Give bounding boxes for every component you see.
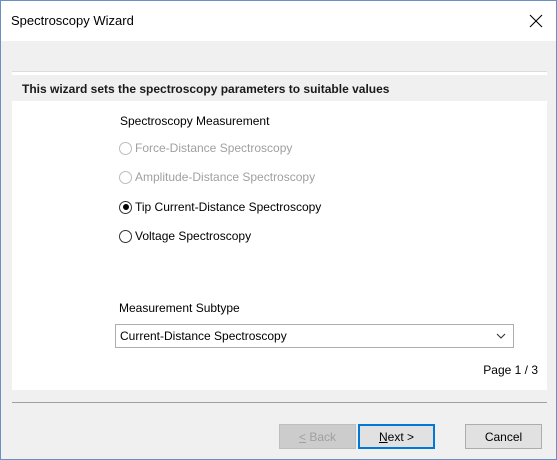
wizard-description: This wizard sets the spectroscopy parame…	[22, 82, 390, 96]
radio-label: Amplitude-Distance Spectroscopy	[135, 170, 316, 184]
radio-label: Voltage Spectroscopy	[135, 229, 252, 243]
measurement-subtype-select[interactable]: Current-Distance Spectroscopy	[115, 324, 514, 348]
back-button-label: < Back	[298, 429, 337, 444]
button-area-divider	[12, 402, 547, 403]
measurement-group-label: Spectroscopy Measurement	[120, 114, 270, 128]
radio-button-circle	[119, 229, 132, 243]
spectroscopy-wizard-dialog: Spectroscopy Wizard This wizard sets the…	[0, 0, 557, 460]
radio-button-circle	[119, 200, 132, 214]
window-title: Spectroscopy Wizard	[11, 13, 134, 28]
next-button[interactable]: Next >	[358, 424, 435, 449]
select-value: Current-Distance Spectroscopy	[120, 329, 287, 343]
title-bar: Spectroscopy Wizard	[1, 1, 556, 41]
radio-tip-current-distance[interactable]: Tip Current-Distance Spectroscopy	[119, 199, 321, 215]
radio-label: Tip Current-Distance Spectroscopy	[135, 200, 322, 214]
radio-label: Force-Distance Spectroscopy	[135, 141, 293, 155]
chevron-down-icon	[496, 333, 506, 339]
radio-amplitude-distance[interactable]: Amplitude-Distance Spectroscopy	[119, 169, 315, 185]
next-button-label: Next >	[378, 429, 415, 444]
radio-button-circle	[119, 170, 132, 184]
cancel-button-label: Cancel	[484, 429, 523, 444]
radio-button-circle	[119, 141, 132, 155]
subtype-label: Measurement Subtype	[119, 301, 240, 315]
radio-voltage[interactable]: Voltage Spectroscopy	[119, 228, 251, 244]
close-button[interactable]	[516, 1, 556, 41]
page-indicator: Page 1 / 3	[483, 363, 538, 377]
cancel-button[interactable]: Cancel	[465, 424, 542, 449]
close-icon	[529, 14, 543, 28]
radio-force-distance[interactable]: Force-Distance Spectroscopy	[119, 140, 292, 156]
back-button[interactable]: < Back	[279, 424, 356, 449]
